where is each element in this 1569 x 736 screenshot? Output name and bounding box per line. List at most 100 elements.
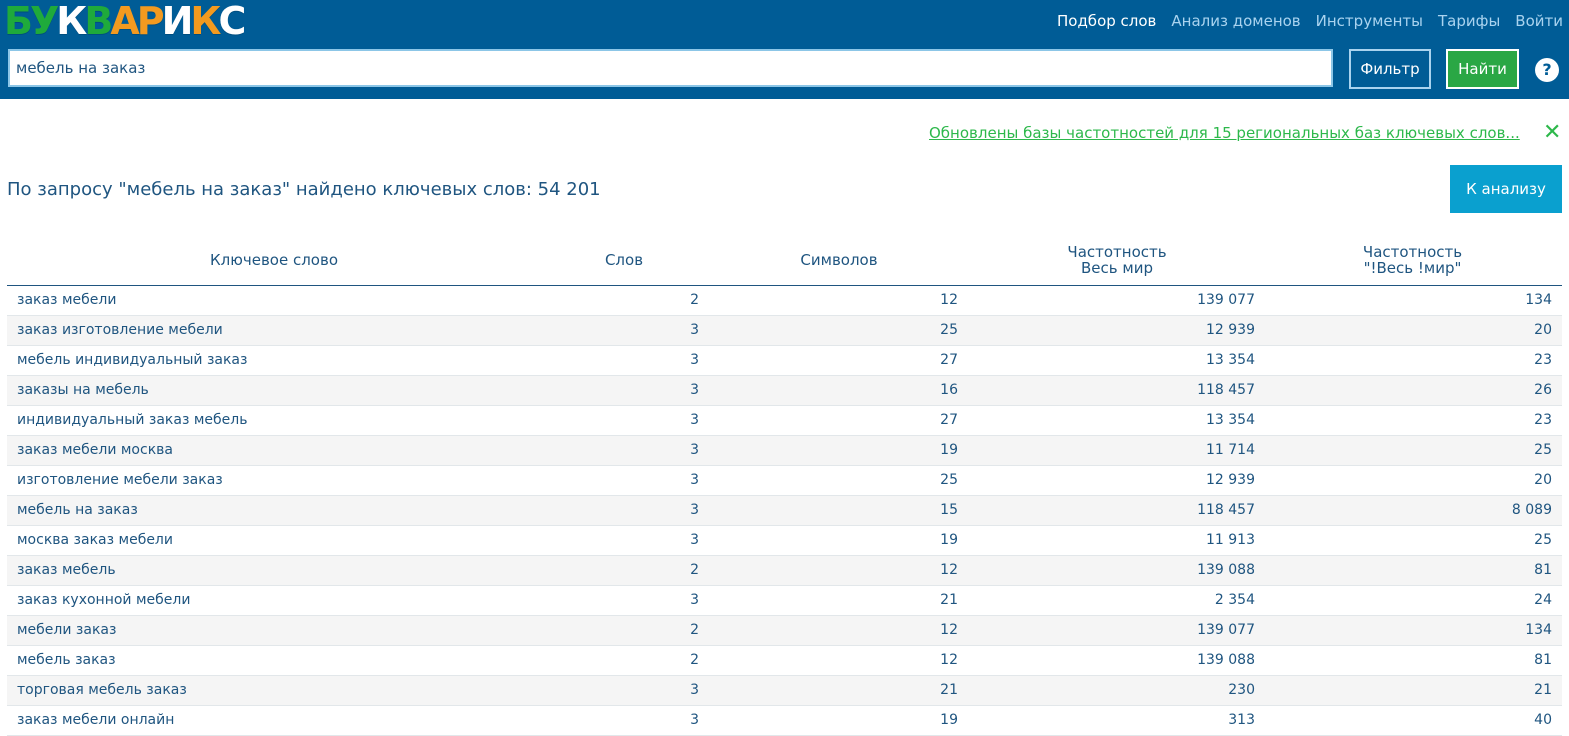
table-row[interactable]: мебель заказ 2 12 139 088 81 (7, 646, 1562, 676)
keyword-cell[interactable]: заказы на мебель (17, 376, 149, 405)
table-row[interactable]: индивидуальный заказ мебель 3 27 13 354 23 (7, 406, 1562, 436)
words-cell: 2 (690, 622, 699, 638)
table-row[interactable]: заказ мебель 2 12 139 088 81 (7, 556, 1562, 586)
chars-cell: 25 (940, 472, 958, 488)
logo-letter: К (190, 0, 221, 43)
table-row[interactable]: заказ мебели онлайн 3 19 313 40 (7, 706, 1562, 736)
chars-cell: 27 (940, 412, 958, 428)
logo-letter: А (110, 0, 139, 43)
nav-item[interactable]: Инструменты (1316, 12, 1423, 30)
nav-item[interactable]: Тарифы (1438, 12, 1500, 30)
table-row[interactable]: мебели заказ 2 12 139 077 134 (7, 616, 1562, 646)
freq-world-cell: 13 354 (1206, 412, 1255, 428)
freq-exact-cell: 20 (1534, 472, 1552, 488)
header-freq-world[interactable]: Частотность Весь мир (971, 235, 1263, 285)
words-cell: 3 (690, 712, 699, 728)
close-icon[interactable]: ✕ (1543, 121, 1561, 145)
keyword-cell[interactable]: заказ мебели онлайн (17, 706, 174, 735)
keywords-table: Ключевое слово Слов Символов Частотность… (7, 235, 1562, 736)
freq-world-cell: 11 714 (1206, 442, 1255, 458)
table-row[interactable]: мебель на заказ 3 15 118 457 8 089 (7, 496, 1562, 526)
keyword-cell[interactable]: индивидуальный заказ мебель (17, 406, 247, 435)
freq-exact-cell: 20 (1534, 322, 1552, 338)
words-cell: 3 (690, 382, 699, 398)
logo-letter: В (84, 0, 113, 43)
table-row[interactable]: заказы на мебель 3 16 118 457 26 (7, 376, 1562, 406)
keyword-cell[interactable]: изготовление мебели заказ (17, 466, 223, 495)
words-cell: 2 (690, 292, 699, 308)
table-row[interactable]: изготовление мебели заказ 3 25 12 939 20 (7, 466, 1562, 496)
freq-exact-cell: 21 (1534, 682, 1552, 698)
keyword-cell[interactable]: заказ мебели москва (17, 436, 173, 465)
keyword-cell[interactable]: москва заказ мебели (17, 526, 173, 555)
freq-exact-cell: 81 (1534, 652, 1552, 668)
words-cell: 2 (690, 652, 699, 668)
header-freq-exact[interactable]: Частотность "!Весь !мир" (1263, 235, 1562, 285)
freq-world-cell: 230 (1228, 682, 1255, 698)
nav-item[interactable]: Анализ доменов (1171, 12, 1300, 30)
keyword-cell[interactable]: мебель на заказ (17, 496, 138, 525)
table-row[interactable]: заказ мебели москва 3 19 11 714 25 (7, 436, 1562, 466)
keyword-cell[interactable]: мебель индивидуальный заказ (17, 346, 247, 375)
logo-letter: К (56, 0, 87, 43)
find-button[interactable]: Найти (1446, 49, 1519, 89)
table-row[interactable]: москва заказ мебели 3 19 11 913 25 (7, 526, 1562, 556)
keyword-cell[interactable]: заказ мебель (17, 556, 116, 585)
freq-exact-cell: 134 (1525, 622, 1552, 638)
freq-exact-cell: 26 (1534, 382, 1552, 398)
keyword-cell[interactable]: торговая мебель заказ (17, 676, 187, 705)
chars-cell: 15 (940, 502, 958, 518)
freq-world-cell: 13 354 (1206, 352, 1255, 368)
table-row[interactable]: торговая мебель заказ 3 21 230 21 (7, 676, 1562, 706)
filter-button[interactable]: Фильтр (1349, 49, 1431, 89)
freq-world-cell: 139 088 (1197, 562, 1255, 578)
table-row[interactable]: заказ кухонной мебели 3 21 2 354 24 (7, 586, 1562, 616)
logo-letter: С (218, 0, 246, 43)
freq-exact-cell: 25 (1534, 442, 1552, 458)
words-cell: 3 (690, 352, 699, 368)
chars-cell: 12 (940, 652, 958, 668)
words-cell: 3 (690, 532, 699, 548)
freq-exact-cell: 25 (1534, 532, 1552, 548)
table-row[interactable]: заказ изготовление мебели 3 25 12 939 20 (7, 316, 1562, 346)
table-row[interactable]: мебель индивидуальный заказ 3 27 13 354 23 (7, 346, 1562, 376)
chars-cell: 12 (940, 562, 958, 578)
site-logo[interactable]: БУКВАРИКС (4, 0, 246, 43)
freq-world-cell: 118 457 (1197, 502, 1255, 518)
logo-letter: И (161, 0, 194, 43)
top-bar: БУКВАРИКС Подбор слов Анализ доменов Инстр… (0, 0, 1569, 99)
keyword-cell[interactable]: мебели заказ (17, 616, 116, 645)
chars-cell: 19 (940, 532, 958, 548)
chars-cell: 21 (940, 592, 958, 608)
nav-item[interactable]: Подбор слов (1057, 12, 1156, 30)
chars-cell: 19 (940, 442, 958, 458)
words-cell: 2 (690, 562, 699, 578)
header-chars[interactable]: Символов (707, 235, 971, 285)
result-title: По запросу "мебель на заказ" найдено клю… (7, 179, 601, 200)
table-header: Ключевое слово Слов Символов Частотность… (7, 235, 1562, 286)
keyword-cell[interactable]: заказ кухонной мебели (17, 586, 190, 615)
freq-world-cell: 313 (1228, 712, 1255, 728)
freq-world-cell: 139 088 (1197, 652, 1255, 668)
header-words[interactable]: Слов (541, 235, 707, 285)
main-nav: Подбор слов Анализ доменов Инструменты Тари… (1057, 12, 1563, 30)
keyword-cell[interactable]: заказ изготовление мебели (17, 316, 223, 345)
freq-exact-cell: 40 (1534, 712, 1552, 728)
search-input[interactable] (8, 49, 1333, 87)
header-keyword[interactable]: Ключевое слово (7, 235, 541, 285)
freq-exact-cell: 8 089 (1511, 502, 1552, 518)
keyword-cell[interactable]: заказ мебели (17, 286, 116, 315)
keyword-cell[interactable]: мебель заказ (17, 646, 116, 675)
chars-cell: 19 (940, 712, 958, 728)
help-icon[interactable]: ? (1535, 58, 1559, 82)
freq-exact-cell: 23 (1534, 412, 1552, 428)
update-notice-link[interactable]: Обновлены базы частотностей для 15 регио… (929, 124, 1520, 142)
logo-letter: Р (136, 0, 165, 43)
table-row[interactable]: заказ мебели 2 12 139 077 134 (7, 286, 1562, 316)
to-analysis-button[interactable]: К анализу (1450, 165, 1562, 213)
chars-cell: 12 (940, 622, 958, 638)
chars-cell: 16 (940, 382, 958, 398)
words-cell: 3 (690, 442, 699, 458)
freq-exact-cell: 23 (1534, 352, 1552, 368)
nav-item[interactable]: Войти (1515, 12, 1563, 30)
